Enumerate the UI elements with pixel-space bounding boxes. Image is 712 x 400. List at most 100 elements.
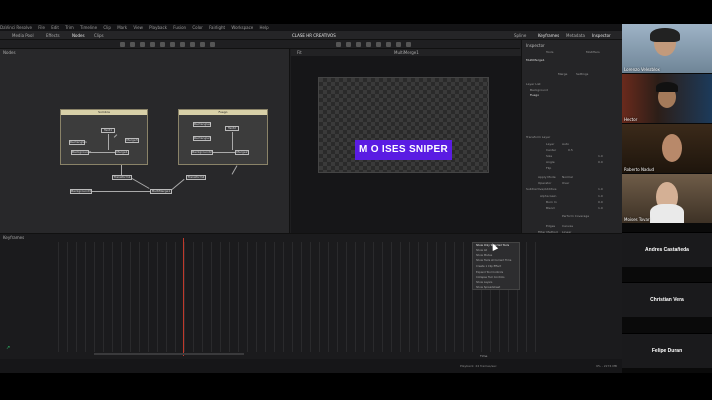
menu-view[interactable]: View: [133, 25, 143, 30]
nodes-panel[interactable]: Nodes Sombra Text1 Merge3 Background1 Re…: [0, 49, 290, 233]
image-plane-tool-icon[interactable]: [406, 42, 411, 47]
menu-create-clip-effect[interactable]: Create 1 Clip Effect: [476, 265, 501, 268]
tab-tools[interactable]: Tools: [546, 50, 553, 54]
menu-trim[interactable]: Trim: [65, 25, 74, 30]
participant-tile[interactable]: Moises Tovar: [622, 174, 712, 223]
keyframes-scrollbar[interactable]: [94, 353, 244, 355]
spline-button[interactable]: Spline: [514, 31, 526, 40]
node-rectangle1[interactable]: Rectangle1: [69, 140, 87, 145]
renderer-tool-icon[interactable]: [366, 42, 371, 47]
field-value[interactable]: Normal: [562, 175, 573, 179]
field-value[interactable]: 0.0: [598, 200, 603, 204]
expand-icon[interactable]: ↗: [6, 346, 11, 351]
field-value[interactable]: 1.0: [598, 194, 603, 198]
menu-show-tools-current-time[interactable]: Show Tools at Current Time: [476, 259, 511, 262]
menu-playback[interactable]: Playback: [149, 25, 167, 30]
polygon-tool-icon[interactable]: [160, 42, 165, 47]
menu-workspace[interactable]: Workspace: [231, 25, 253, 30]
node-background3[interactable]: Background3: [70, 189, 92, 194]
perform-coverage-checkbox[interactable]: Perform Coverage: [562, 214, 589, 218]
keyframes-button[interactable]: Keyframes: [538, 31, 559, 40]
blur-tool-icon[interactable]: [200, 42, 205, 47]
text-tool-icon[interactable]: [140, 42, 145, 47]
rectangle-tool-icon[interactable]: [170, 42, 175, 47]
menu-show-all[interactable]: Show All: [476, 249, 487, 252]
node-merge3[interactable]: Merge3: [125, 138, 139, 143]
shape3d-tool-icon[interactable]: [356, 42, 361, 47]
merge-tool-icon[interactable]: [150, 42, 155, 47]
keyframes-grid[interactable]: [58, 242, 538, 352]
field-value[interactable]: 0.5: [568, 148, 573, 152]
menu-show-layers[interactable]: Show Layers: [476, 281, 492, 284]
participant-tile[interactable]: Hector: [622, 74, 712, 123]
field-value[interactable]: 1.0: [598, 187, 603, 191]
inspector-button[interactable]: Inspector: [592, 31, 611, 40]
node-transform2[interactable]: Transform2: [186, 175, 206, 180]
subtab-merge[interactable]: Merge: [558, 72, 567, 76]
field-value[interactable]: 1.0: [598, 154, 603, 158]
layer-item[interactable]: Fuego: [530, 93, 539, 97]
merge3d-tool-icon[interactable]: [386, 42, 391, 47]
viewer-zoom[interactable]: Fit: [297, 49, 302, 56]
field-value[interactable]: Over: [562, 181, 569, 185]
text3d-tool-icon[interactable]: [396, 42, 401, 47]
menu-fusion[interactable]: Fusion: [173, 25, 186, 30]
node-text1[interactable]: Text1: [101, 128, 115, 133]
color-tool-icon[interactable]: [210, 42, 215, 47]
node-background2[interactable]: Background2: [191, 150, 213, 155]
menu-help[interactable]: Help: [260, 25, 269, 30]
section-title[interactable]: Transform Layer: [526, 135, 550, 139]
keyframes-playhead[interactable]: [183, 238, 184, 356]
camera-tool-icon[interactable]: [346, 42, 351, 47]
particle-tool-icon[interactable]: [336, 42, 341, 47]
menu-collapse-tool-controls[interactable]: Collapse Tool Controls: [476, 276, 504, 279]
background-tool-icon[interactable]: [120, 42, 125, 47]
menu-edit[interactable]: Edit: [51, 25, 59, 30]
transform-tool-icon[interactable]: [190, 42, 195, 47]
participant-name-tile[interactable]: Christian Vera: [622, 282, 712, 317]
paint-tool-icon[interactable]: [130, 42, 135, 47]
light-tool-icon[interactable]: [376, 42, 381, 47]
node-transform1[interactable]: Transform1: [112, 175, 132, 180]
participant-name-tile[interactable]: Andres Castañeda: [622, 232, 712, 267]
menu-show-spreadsheet[interactable]: Show Spreadsheet: [476, 286, 500, 289]
clips-button[interactable]: Clips: [94, 31, 104, 40]
node-text2[interactable]: Text2: [225, 126, 239, 131]
menu-fairlight[interactable]: Fairlight: [209, 25, 225, 30]
node-multimerge1[interactable]: MultiMerge1: [150, 189, 172, 194]
keyframes-panel[interactable]: Keyframes Time ↗: [0, 233, 622, 359]
viewer-panel[interactable]: MultiMerge1 Fit M O ISES SNIPER 42.0: [291, 49, 521, 258]
menu-show-modes[interactable]: Show Modes: [476, 254, 492, 257]
node-rectangle2[interactable]: Rectangle2: [193, 122, 211, 127]
media-pool-button[interactable]: Media Pool: [12, 31, 34, 40]
ellipse-tool-icon[interactable]: [180, 42, 185, 47]
participant-tile[interactable]: Roberto Nadud: [622, 124, 712, 173]
node-background1[interactable]: Background1: [71, 150, 92, 155]
menu-clip[interactable]: Clip: [103, 25, 111, 30]
field-value[interactable]: Canvas: [562, 224, 573, 228]
participant-tile[interactable]: Lorenzo Velezblox: [622, 24, 712, 73]
time-dropdown[interactable]: Time: [480, 354, 487, 358]
field-value[interactable]: 1.0: [598, 206, 603, 210]
menu-file[interactable]: File: [38, 25, 45, 30]
node-merge1[interactable]: Merge1: [115, 150, 129, 155]
group-node-fuego[interactable]: Fuego Rectangle2 Rectangle3 Text2 Backgr…: [178, 109, 268, 165]
field-value[interactable]: 0.0: [598, 160, 603, 164]
group-node-sombra[interactable]: Sombra Text1 Merge3 Background1 Rectangl…: [60, 109, 148, 165]
node-rectangle3[interactable]: Rectangle3: [193, 136, 211, 141]
field-value[interactable]: Auto: [562, 142, 569, 146]
effects-button[interactable]: Effects: [46, 31, 60, 40]
participant-name-tile[interactable]: Felipe Duran: [622, 333, 712, 368]
menu-app[interactable]: DaVinci Resolve: [0, 25, 32, 30]
nodes-button[interactable]: Nodes: [72, 31, 85, 40]
menu-expand-tool-controls[interactable]: Expand Tool Controls: [476, 271, 503, 274]
subtab-settings[interactable]: Settings: [576, 72, 588, 76]
metadata-button[interactable]: Metadata: [566, 31, 585, 40]
layer-item[interactable]: Background: [530, 88, 548, 92]
node-merge2[interactable]: Merge2: [235, 150, 249, 155]
menu-mark[interactable]: Mark: [117, 25, 127, 30]
menu-color[interactable]: Color: [192, 25, 202, 30]
tab-modifiers[interactable]: Modifiers: [586, 50, 600, 54]
cap-icon: [656, 82, 678, 92]
menu-timeline[interactable]: Timeline: [80, 25, 97, 30]
